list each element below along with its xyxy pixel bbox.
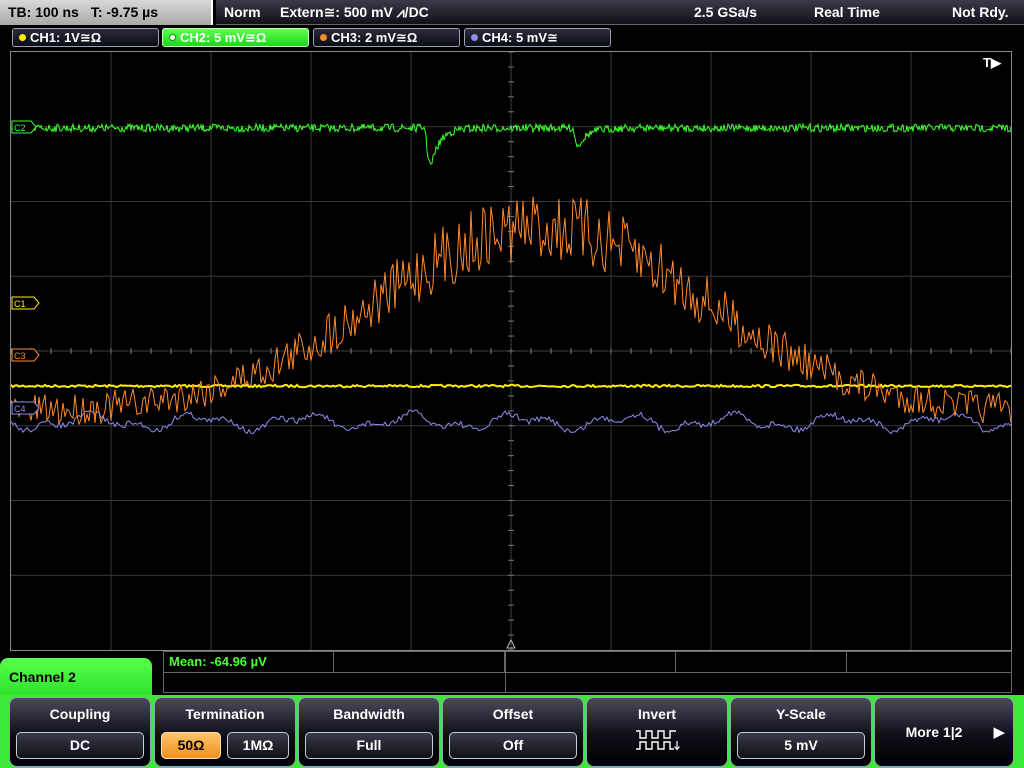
- trigger-state: Not Rdy.: [952, 4, 1009, 20]
- offset-title: Offset: [492, 706, 534, 722]
- channel-3-dot-icon: [320, 34, 327, 41]
- menu-title: Channel 2: [9, 669, 76, 685]
- acquisition-mode: Real Time: [814, 4, 880, 20]
- channel-1-dot-icon: [19, 34, 26, 41]
- channel-4-ground-marker[interactable]: C4: [11, 401, 40, 415]
- invert-waveform-icon: [636, 730, 680, 751]
- coupling-softkey[interactable]: Coupling DC: [9, 697, 151, 767]
- svg-text:C1: C1: [14, 299, 26, 309]
- termination-title: Termination: [185, 706, 265, 722]
- coupling-value[interactable]: DC: [16, 732, 144, 759]
- trigger-time-value: T: -9.75 µs: [90, 4, 159, 20]
- mean-measurement: Mean: -64.96 µV: [169, 654, 267, 669]
- channel-label-row: CH1: 1V≅Ω CH2: 5 mV≅Ω CH3: 2 mV≅Ω CH4: 5…: [0, 26, 1024, 48]
- waveform-display[interactable]: C2 C1 C3 C4 T▶: [10, 51, 1012, 651]
- channel-2-dot-icon: [169, 34, 176, 41]
- channel-3-ground-marker[interactable]: C3: [11, 348, 40, 362]
- invert-softkey[interactable]: Invert: [586, 697, 728, 767]
- measurement-panel: Mean: -64.96 µV: [163, 651, 1012, 693]
- channel-1-ground-marker[interactable]: C1: [11, 296, 40, 310]
- offset-softkey[interactable]: Offset Off: [442, 697, 584, 767]
- bandwidth-title: Bandwidth: [333, 706, 405, 722]
- svg-text:C2: C2: [14, 123, 26, 133]
- measurement-divider: [505, 652, 506, 692]
- status-bar: TB: 100 ns T: -9.75 µs Norm Extern≅: 500 …: [0, 0, 1024, 25]
- next-page-arrow-icon: ▶: [993, 724, 1005, 741]
- y-scale-value[interactable]: 5 mV: [737, 732, 865, 759]
- graticule-grid: [11, 52, 1011, 650]
- trigger-position-marker[interactable]: T▶: [983, 55, 1002, 70]
- y-scale-softkey[interactable]: Y-Scale 5 mV: [730, 697, 872, 767]
- channel-3-label[interactable]: CH3: 2 mV≅Ω: [313, 28, 460, 47]
- termination-1-mohm-option[interactable]: 1MΩ: [227, 732, 289, 759]
- menu-title-tab: Channel 2: [0, 658, 152, 698]
- timebase-value: TB: 100 ns: [8, 4, 79, 20]
- termination-softkey[interactable]: Termination 50Ω 1MΩ: [154, 697, 296, 767]
- svg-text:C4: C4: [14, 404, 26, 414]
- more-softkey[interactable]: More 1|2 ▶: [874, 697, 1014, 767]
- trigger-source[interactable]: Extern≅: 500 mV ⩘/DC: [280, 0, 429, 25]
- channel-2-ground-marker[interactable]: C2: [11, 120, 37, 134]
- channel-2-label[interactable]: CH2: 5 mV≅Ω: [162, 28, 309, 47]
- softkey-bar: Coupling DC Termination 50Ω 1MΩ Bandwidt…: [0, 695, 1024, 768]
- more-label: More 1|2: [905, 724, 963, 740]
- measurement-cell: [505, 652, 676, 672]
- channel-4-dot-icon: [471, 34, 478, 41]
- offset-value[interactable]: Off: [449, 732, 577, 759]
- waveform-canvas[interactable]: C2 C1 C3 C4 T▶: [11, 52, 1011, 650]
- termination-50-ohm-option[interactable]: 50Ω: [161, 732, 221, 759]
- bandwidth-softkey[interactable]: Bandwidth Full: [298, 697, 440, 767]
- svg-text:C3: C3: [14, 351, 26, 361]
- y-scale-title: Y-Scale: [776, 706, 826, 722]
- channel-1-label[interactable]: CH1: 1V≅Ω: [12, 28, 159, 47]
- invert-title: Invert: [637, 706, 677, 722]
- channel-4-label[interactable]: CH4: 5 mV≅: [464, 28, 611, 47]
- bandwidth-value[interactable]: Full: [305, 732, 433, 759]
- measurement-cell: [676, 652, 847, 672]
- measurement-cell: [334, 652, 505, 672]
- coupling-title: Coupling: [49, 706, 111, 722]
- trigger-mode[interactable]: Norm: [224, 0, 261, 25]
- acquisition-status: Norm Extern≅: 500 mV ⩘/DC 2.5 GSa/s Real…: [216, 0, 1024, 25]
- timebase-box[interactable]: TB: 100 ns T: -9.75 µs: [0, 0, 213, 25]
- sample-rate: 2.5 GSa/s: [694, 4, 758, 20]
- measurement-divider: [164, 672, 1011, 673]
